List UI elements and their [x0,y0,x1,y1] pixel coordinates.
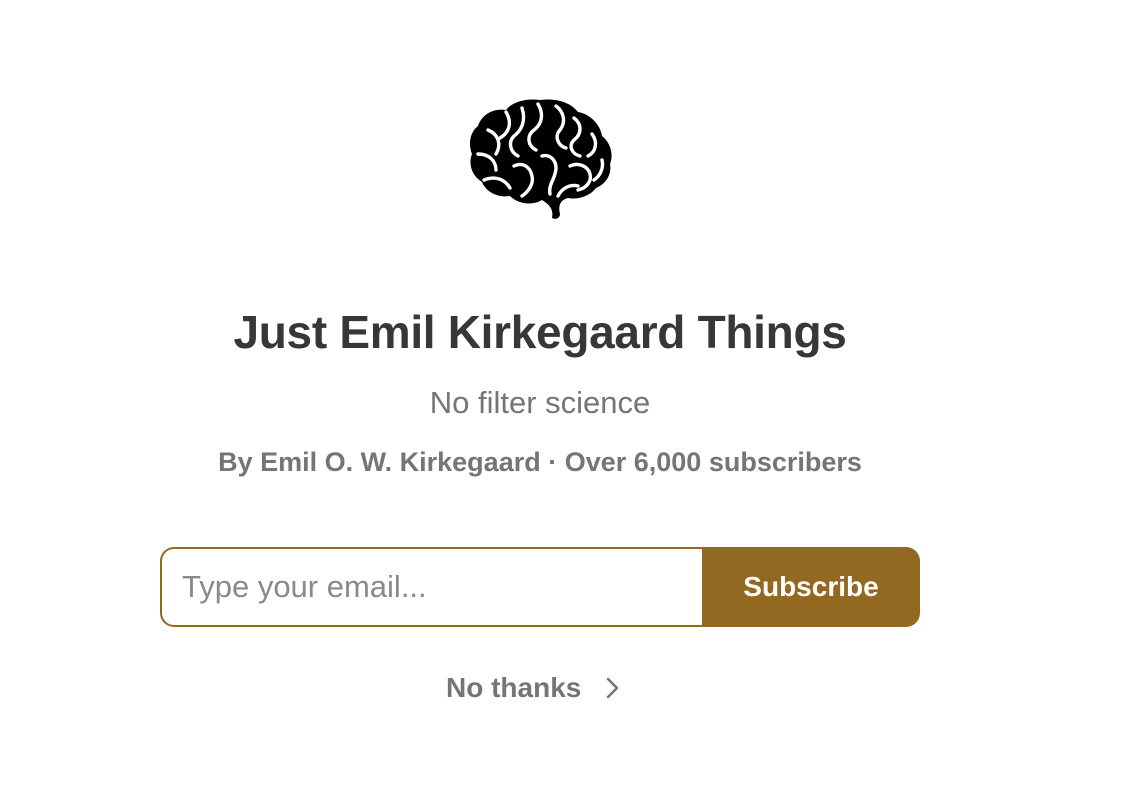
publication-subtitle: No filter science [429,385,651,420]
brain-icon [470,99,612,219]
no-thanks-link[interactable]: No thanks [440,666,629,710]
subscribe-page: Just Emil Kirkegaard Things No filter sc… [0,0,1130,794]
subscribe-form: Subscribe [160,547,920,627]
email-input[interactable] [160,547,702,627]
subscribe-button[interactable]: Subscribe [702,547,920,627]
no-thanks-label: No thanks [446,672,582,703]
publication-byline: By Emil O. W. Kirkegaard · Over 6,000 su… [218,447,862,477]
chevron-right-icon [607,677,619,699]
publication-title: Just Emil Kirkegaard Things [233,306,847,358]
